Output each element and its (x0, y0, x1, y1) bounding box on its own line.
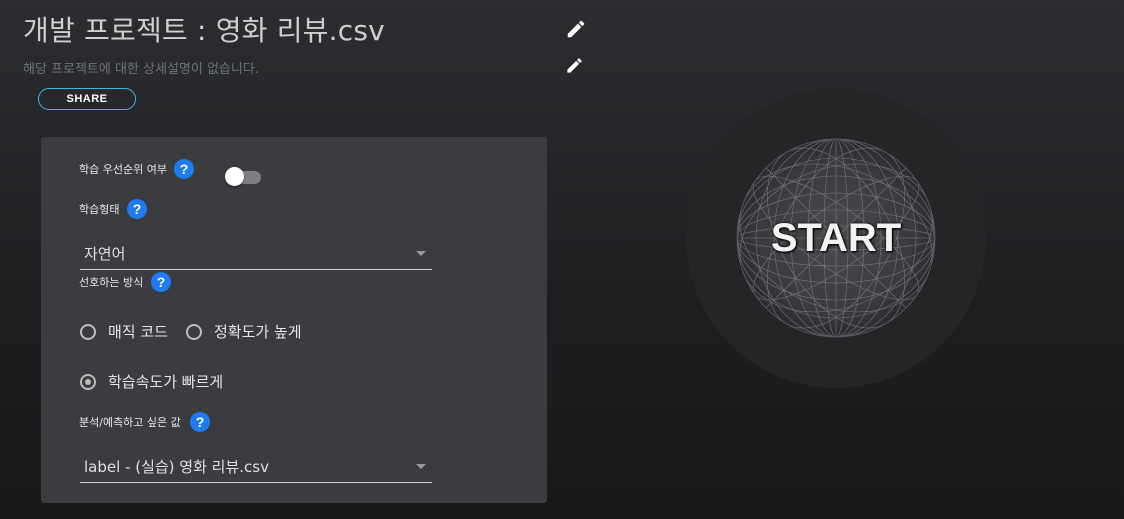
learning-type-value: 자연어 (84, 245, 126, 263)
priority-toggle[interactable] (225, 167, 263, 187)
chevron-down-icon (416, 251, 426, 256)
preferred-method-help-icon[interactable]: ? (151, 272, 171, 292)
radio-circle-checked (80, 373, 96, 390)
learning-type-help-icon[interactable]: ? (127, 199, 147, 219)
edit-description-icon[interactable] (565, 56, 584, 75)
page-title: 개발 프로젝트 : 영화 리뷰.csv (23, 14, 385, 47)
radio-fast-training[interactable]: 학습속도가 빠르게 (80, 371, 223, 392)
share-button[interactable]: SHARE (38, 88, 136, 110)
radio-circle (80, 323, 96, 340)
priority-help-icon[interactable]: ? (174, 159, 194, 179)
radio-label: 정확도가 높게 (214, 323, 302, 341)
start-button[interactable]: START (736, 138, 936, 338)
start-label: START (770, 215, 902, 260)
target-value-help-icon[interactable]: ? (190, 412, 210, 432)
preferred-method-label: 선호하는 방식 (79, 276, 144, 289)
training-settings-panel: 학습 우선순위 여부 ? 학습형태 ? 자연어 선호하는 방식 ? 매직 코드 … (41, 137, 547, 503)
chevron-down-icon (416, 464, 426, 469)
learning-type-select[interactable]: 자연어 (80, 237, 432, 270)
radio-high-accuracy[interactable]: 정확도가 높게 (186, 321, 302, 342)
radio-label: 매직 코드 (108, 323, 168, 341)
toggle-knob (225, 167, 244, 186)
learning-type-label: 학습형태 (79, 203, 120, 216)
target-value-label: 분석/예측하고 싶은 값 (79, 416, 181, 429)
target-value-select[interactable]: label - (실습) 영화 리뷰.csv (80, 450, 432, 483)
target-value-value: label - (실습) 영화 리뷰.csv (84, 458, 269, 476)
priority-label: 학습 우선순위 여부 (79, 163, 167, 176)
radio-label: 학습속도가 빠르게 (108, 373, 224, 391)
start-area: START (686, 88, 986, 388)
project-description: 해당 프로젝트에 대한 상세설명이 없습니다. (23, 62, 259, 77)
radio-circle (186, 323, 202, 340)
edit-title-icon[interactable] (565, 18, 587, 40)
radio-magic-code[interactable]: 매직 코드 (80, 321, 168, 342)
